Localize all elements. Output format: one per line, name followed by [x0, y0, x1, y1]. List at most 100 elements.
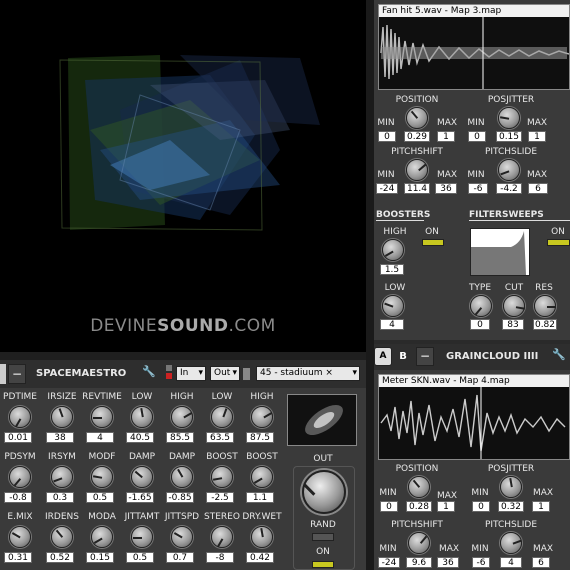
reverb-param-field[interactable]: 0.31 [4, 552, 32, 563]
rand-button[interactable] [312, 533, 334, 541]
reverb-param-field[interactable]: 38 [46, 432, 74, 443]
reverb-param-knob[interactable] [211, 406, 233, 428]
reverb-param-field[interactable]: 0.52 [46, 552, 74, 563]
pitchshift-min-field[interactable]: -24 [376, 183, 398, 194]
reverb-edge-handle[interactable] [0, 364, 6, 384]
reverb-param-field[interactable]: 85.5 [166, 432, 194, 443]
reverb-param-knob[interactable] [91, 406, 113, 428]
reverb-param-knob[interactable] [251, 466, 273, 488]
input-select[interactable]: In ▾ [176, 366, 206, 381]
reverb-param-knob[interactable] [211, 526, 233, 548]
reverb-param-field[interactable]: 0.7 [166, 552, 194, 563]
reverb-param-field[interactable]: 0.5 [86, 492, 114, 503]
position-knob[interactable] [406, 107, 428, 129]
reverb-param-field[interactable]: -0.8 [4, 492, 32, 503]
boosters-low-knob[interactable] [382, 295, 404, 317]
reverb-param-knob[interactable] [9, 526, 31, 548]
filtersweeps-on-toggle[interactable] [547, 239, 570, 246]
filter-cut-field[interactable]: 83 [502, 319, 524, 330]
reverb-param-field[interactable]: 4 [86, 432, 114, 443]
position2-min-field[interactable]: 0 [380, 501, 398, 512]
output-select[interactable]: Out ▾ [210, 366, 240, 381]
reverb-on-toggle[interactable] [312, 561, 334, 568]
posjitter-value-field[interactable]: 0.15 [496, 131, 522, 142]
reverb-param-field[interactable]: -1.65 [126, 492, 154, 503]
reverb-param-field[interactable]: 40.5 [126, 432, 154, 443]
position2-max-field[interactable]: 1 [437, 501, 455, 512]
filter-res-knob[interactable] [534, 295, 556, 317]
waveform-display[interactable]: Fan hit 5.wav - Map 3.map [378, 4, 570, 90]
position2-knob[interactable] [408, 476, 430, 498]
filter-type-field[interactable]: 0 [470, 319, 490, 330]
posjitter2-knob[interactable] [500, 476, 522, 498]
pitchshift2-max-field[interactable]: 36 [437, 557, 459, 568]
reverb-param-field[interactable]: -8 [206, 552, 234, 563]
slot-a-button[interactable]: A [374, 347, 392, 366]
reverb-param-knob[interactable] [91, 526, 113, 548]
reverb-param-knob[interactable] [91, 466, 113, 488]
reverb-param-field[interactable]: 0.15 [86, 552, 114, 563]
pitchslide2-value-field[interactable]: 4 [500, 557, 522, 568]
reverb-param-field[interactable]: 63.5 [206, 432, 234, 443]
reverb-collapse-button[interactable]: − [8, 364, 26, 384]
pitchslide-min-field[interactable]: -6 [468, 183, 488, 194]
slot-b-button[interactable]: B [394, 347, 412, 366]
pitchslide-knob[interactable] [498, 159, 520, 181]
pitchshift-knob[interactable] [406, 159, 428, 181]
position-max-field[interactable]: 1 [437, 131, 455, 142]
reverb-param-field[interactable]: -2.5 [206, 492, 234, 503]
position2-value-field[interactable]: 0.28 [406, 501, 432, 512]
boosters-on-toggle[interactable] [422, 239, 444, 246]
pitchshift2-value-field[interactable]: 9.6 [406, 557, 432, 568]
reverb-param-field[interactable]: 0.5 [126, 552, 154, 563]
reverb-param-knob[interactable] [51, 466, 73, 488]
boosters-high-field[interactable]: 1.5 [380, 264, 404, 275]
pitchshift2-knob[interactable] [408, 532, 430, 554]
position-min-field[interactable]: 0 [378, 131, 396, 142]
reverb-param-knob[interactable] [251, 406, 273, 428]
posjitter2-max-field[interactable]: 1 [532, 501, 550, 512]
filter-type-knob[interactable] [470, 295, 492, 317]
reverb-param-field[interactable]: 1.1 [246, 492, 274, 503]
pitchshift-value-field[interactable]: 11.4 [404, 183, 430, 194]
out-knob[interactable] [302, 470, 346, 514]
reverb-param-knob[interactable] [131, 526, 153, 548]
reverb-param-knob[interactable] [171, 466, 193, 488]
reverb-param-knob[interactable] [51, 526, 73, 548]
preset-select[interactable]: 45 - stadiuum × ▾ [256, 366, 360, 381]
pitchslide2-max-field[interactable]: 6 [532, 557, 550, 568]
wrench-icon[interactable]: 🔧 [140, 365, 158, 383]
collapse-button[interactable]: − [416, 347, 434, 366]
posjitter2-value-field[interactable]: 0.32 [498, 501, 524, 512]
reverb-param-field[interactable]: 0.01 [4, 432, 32, 443]
pitchshift-max-field[interactable]: 36 [435, 183, 457, 194]
reverb-param-field[interactable]: -0.85 [166, 492, 194, 503]
pitchshift2-min-field[interactable]: -24 [378, 557, 400, 568]
filter-curve-display[interactable] [470, 228, 530, 276]
posjitter-max-field[interactable]: 1 [528, 131, 546, 142]
reverb-param-knob[interactable] [9, 466, 31, 488]
reverb-param-field[interactable]: 87.5 [246, 432, 274, 443]
boosters-low-field[interactable]: 4 [380, 319, 404, 330]
reverb-param-knob[interactable] [131, 466, 153, 488]
pitchslide-value-field[interactable]: -4.2 [496, 183, 522, 194]
reverb-param-knob[interactable] [211, 466, 233, 488]
posjitter-min-field[interactable]: 0 [468, 131, 486, 142]
pitchslide-max-field[interactable]: 6 [528, 183, 548, 194]
posjitter-knob[interactable] [498, 107, 520, 129]
reverb-param-field[interactable]: 0.3 [46, 492, 74, 503]
position-value-field[interactable]: 0.29 [404, 131, 430, 142]
reverb-param-knob[interactable] [51, 406, 73, 428]
reverb-param-knob[interactable] [131, 406, 153, 428]
reverb-param-knob[interactable] [9, 406, 31, 428]
boosters-high-knob[interactable] [382, 239, 404, 261]
reverb-param-knob[interactable] [171, 406, 193, 428]
wrench-icon[interactable]: 🔧 [550, 348, 568, 365]
waveform-display-2[interactable]: Meter SKN.wav - Map 4.map [378, 374, 570, 460]
pitchslide2-min-field[interactable]: -6 [472, 557, 490, 568]
reverb-param-knob[interactable] [251, 526, 273, 548]
reverb-param-field[interactable]: 0.42 [246, 552, 274, 563]
pitchslide2-knob[interactable] [500, 532, 522, 554]
filter-cut-knob[interactable] [503, 295, 526, 317]
filter-res-field[interactable]: 0.82 [533, 319, 557, 330]
